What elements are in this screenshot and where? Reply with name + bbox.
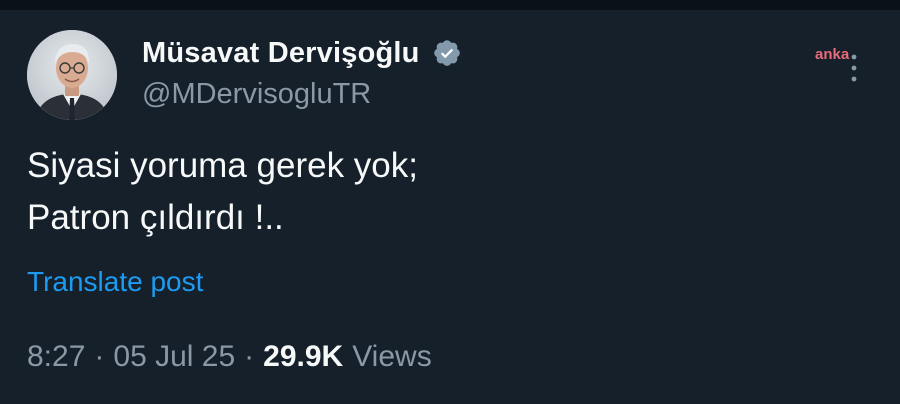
post-text-line: Siyasi yoruma gerek yok;	[27, 146, 418, 185]
post-date[interactable]: 05 Jul 25	[113, 340, 235, 374]
separator: ·	[244, 340, 255, 373]
post-metadata: 8:27 · 05 Jul 25 · 29.9K Views	[27, 340, 432, 374]
translate-post-link[interactable]: Translate post	[27, 266, 203, 298]
post-text-line: Patron çıldırdı !..	[27, 198, 284, 237]
tweet-card: Müsavat Dervişoğlu @MDervisogluTR anka S…	[0, 0, 900, 404]
more-options-icon[interactable]	[846, 52, 862, 84]
verified-badge-icon[interactable]	[432, 38, 462, 68]
views-count[interactable]: 29.9K	[263, 340, 343, 374]
avatar[interactable]	[27, 30, 117, 120]
author-handle[interactable]: @MDervisogluTR	[142, 78, 371, 111]
separator: ·	[94, 340, 105, 373]
watermark-logo: anka	[815, 46, 850, 63]
author-display-name[interactable]: Müsavat Dervişoğlu	[142, 37, 420, 70]
post-text: Siyasi yoruma gerek yok; Patron çıldırdı…	[27, 140, 418, 244]
post-time[interactable]: 8:27	[27, 340, 85, 374]
top-edge-shadow	[0, 0, 900, 10]
author-name-row: Müsavat Dervişoğlu	[142, 33, 462, 73]
views-label[interactable]: Views	[352, 340, 431, 374]
